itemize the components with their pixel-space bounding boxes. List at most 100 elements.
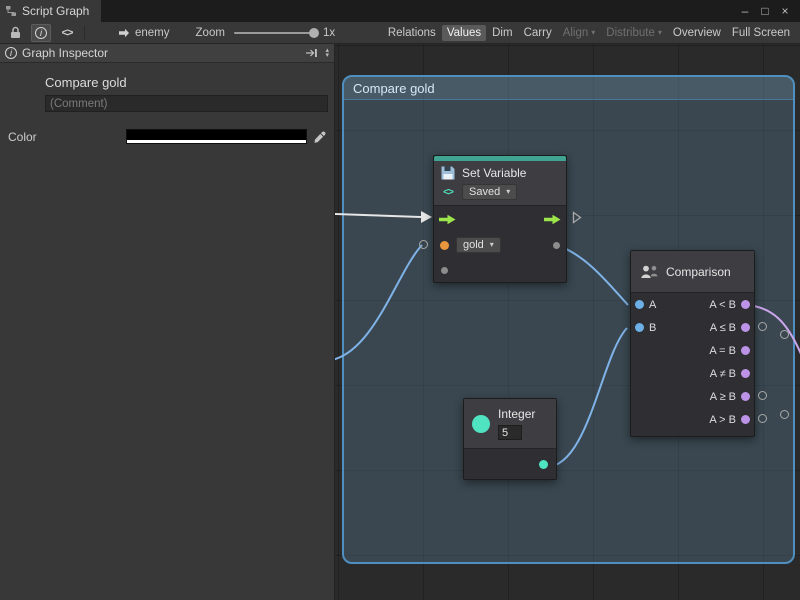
comparison-output-lte-port[interactable] <box>741 323 750 332</box>
distribute-label: Distribute <box>606 27 655 39</box>
node-title: Comparison <box>666 265 731 279</box>
unity-script-graph-window: Script Graph – □ × i <> enemy <box>0 0 800 600</box>
variable-output-port[interactable] <box>553 242 560 249</box>
integer-icon <box>472 415 490 433</box>
inspected-graph-title: Compare gold <box>45 75 326 90</box>
maximize-button[interactable]: □ <box>755 4 775 18</box>
overview-button[interactable]: Overview <box>668 25 726 41</box>
comparison-output-gt-port[interactable] <box>741 415 750 424</box>
node-comparison[interactable]: Comparison A A < B B A ≤ B A = B A ≠ B <box>630 250 755 437</box>
values-toggle[interactable]: Values <box>442 25 486 41</box>
chevron-down-icon: ▾ <box>658 29 662 37</box>
comparison-row: A A < B <box>631 293 754 316</box>
dock-icon[interactable] <box>305 48 318 58</box>
relations-toggle[interactable]: Relations <box>383 25 441 41</box>
spinner-down-icon: ▾ <box>325 53 329 58</box>
flow-continue-port-marker[interactable] <box>572 211 582 224</box>
minimize-button[interactable]: – <box>735 4 755 18</box>
variable-scope-dropdown[interactable]: Saved ▾ <box>462 184 517 200</box>
carry-toggle[interactable]: Carry <box>519 25 557 41</box>
flow-input-port[interactable] <box>439 214 456 225</box>
comparison-output-lt-port[interactable] <box>741 300 750 309</box>
full-screen-button[interactable]: Full Screen <box>727 25 795 41</box>
set-variable-flow-row <box>434 206 566 232</box>
zoom-control: Zoom 1x <box>196 27 336 39</box>
comparison-port-marker[interactable] <box>758 414 767 423</box>
variable-name-dropdown[interactable]: gold ▾ <box>456 237 501 253</box>
script-graph-icon <box>5 5 17 17</box>
comment-input[interactable] <box>45 95 328 112</box>
zoom-label: Zoom <box>196 27 225 39</box>
variable-scope-value: Saved <box>469 186 500 198</box>
graph-asset-icon <box>118 28 130 38</box>
comparison-output-neq-port[interactable] <box>741 369 750 378</box>
inspector-toggle-button[interactable]: i <box>31 24 51 42</box>
zoom-slider[interactable] <box>234 32 314 34</box>
offscreen-node-port-marker[interactable] <box>780 330 789 339</box>
comparison-port-marker[interactable] <box>758 391 767 400</box>
align-label: Align <box>563 27 589 39</box>
variable-name-value: gold <box>463 239 484 251</box>
code-icon: <> <box>62 27 73 39</box>
color-swatch[interactable] <box>126 129 307 144</box>
comparison-row: A = B <box>631 339 754 362</box>
integer-output-port[interactable] <box>539 460 548 469</box>
distribute-dropdown[interactable]: Distribute ▾ <box>601 25 667 41</box>
variable-code-icon: <> <box>440 187 456 198</box>
close-button[interactable]: × <box>775 4 795 18</box>
comparison-output-eq-port[interactable] <box>741 346 750 355</box>
node-set-variable[interactable]: Set Variable <> Saved ▾ <box>433 155 567 283</box>
comparison-port-marker[interactable] <box>758 322 767 331</box>
eyedropper-icon <box>314 131 326 143</box>
lock-button[interactable] <box>5 24 25 42</box>
info-icon: i <box>5 47 17 59</box>
comparison-row: A > B <box>631 408 754 431</box>
lock-icon <box>10 26 21 39</box>
value-input-port[interactable] <box>441 267 448 274</box>
flow-output-port[interactable] <box>544 214 561 225</box>
chevron-down-icon: ▾ <box>591 29 595 37</box>
dim-toggle[interactable]: Dim <box>487 25 517 41</box>
offscreen-node-port-marker[interactable] <box>780 410 789 419</box>
comparison-output-label: A ≠ B <box>710 368 736 380</box>
color-field-label: Color <box>8 130 126 144</box>
window-controls: – □ × <box>735 0 800 22</box>
set-variable-left-port-marker[interactable] <box>419 240 428 249</box>
tab-label: Script Graph <box>22 4 89 18</box>
alpha-bar <box>127 140 306 143</box>
comparison-output-label: A < B <box>709 299 736 311</box>
group-title[interactable]: Compare gold <box>344 77 793 100</box>
tab-script-graph[interactable]: Script Graph <box>0 0 101 22</box>
variable-name-input-port[interactable] <box>440 241 449 250</box>
graph-owner[interactable]: enemy <box>118 27 170 39</box>
graph-inspector-title: Graph Inspector <box>22 46 108 60</box>
align-dropdown[interactable]: Align ▾ <box>558 25 601 41</box>
integer-value-input[interactable] <box>498 425 522 440</box>
code-view-button[interactable]: <> <box>57 24 77 42</box>
node-integer[interactable]: Integer <box>463 398 557 480</box>
inspector-header-actions: ▴ ▾ <box>305 48 329 58</box>
comparison-output-gte-port[interactable] <box>741 392 750 401</box>
comparison-input-b-port[interactable] <box>635 323 644 332</box>
set-variable-header: Set Variable <> Saved ▾ <box>434 161 566 206</box>
chevron-down-icon: ▾ <box>506 188 510 196</box>
panel-spinner[interactable]: ▴ ▾ <box>325 48 329 58</box>
info-icon: i <box>35 27 47 39</box>
zoom-slider-handle[interactable] <box>309 28 319 38</box>
eyedropper-button[interactable] <box>314 131 326 143</box>
set-variable-extra-row <box>434 258 566 282</box>
toolbar-separator <box>84 26 85 40</box>
comparison-input-a-label: A <box>649 299 656 311</box>
window-tab-bar: Script Graph – □ × <box>0 0 800 22</box>
comparison-input-b-label: B <box>649 322 656 334</box>
color-field-row: Color <box>8 129 326 144</box>
comparison-row: A ≥ B <box>631 385 754 408</box>
chevron-down-icon: ▾ <box>490 241 494 249</box>
comparison-row: A ≠ B <box>631 362 754 385</box>
graph-inspector-header[interactable]: i Graph Inspector ▴ ▾ <box>0 44 334 63</box>
graph-toolbar: i <> enemy Zoom 1x Relations Values Dim … <box>0 22 800 44</box>
comparison-output-label: A ≤ B <box>710 322 736 334</box>
integer-header: Integer <box>464 399 556 449</box>
comparison-input-a-port[interactable] <box>635 300 644 309</box>
graph-canvas[interactable]: Compare gold Set Variable <box>335 44 800 600</box>
